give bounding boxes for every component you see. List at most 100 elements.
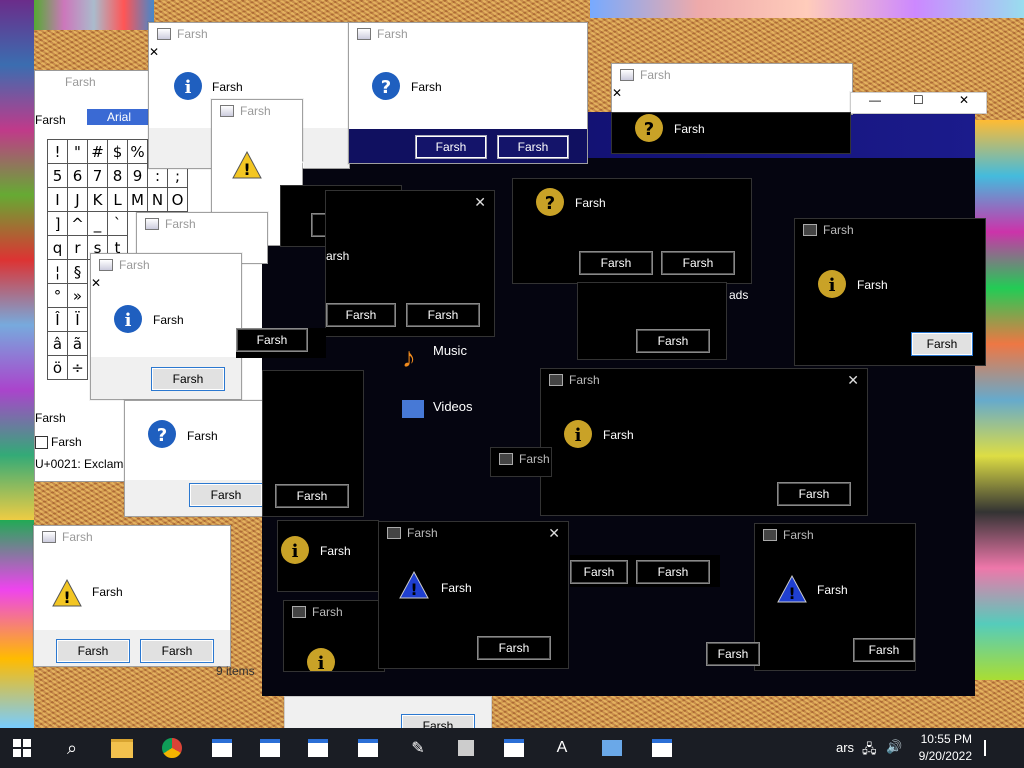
maximize-icon[interactable]: ☐ <box>913 93 924 107</box>
char-cell[interactable]: O <box>167 187 188 212</box>
char-cell[interactable]: % <box>127 139 148 164</box>
blank-app-icon[interactable] <box>452 734 480 762</box>
farsh-button[interactable]: Farsh <box>56 639 130 663</box>
farsh-button[interactable]: Farsh <box>570 560 628 584</box>
farsh-button[interactable]: Farsh <box>415 135 487 159</box>
farsh-button[interactable]: Farsh <box>189 483 263 507</box>
close-icon[interactable]: ✕ <box>612 86 852 100</box>
farsh-button[interactable]: Farsh <box>911 332 973 356</box>
farsh-button[interactable]: Farsh <box>151 367 225 391</box>
farsh-button[interactable]: Farsh <box>636 329 710 353</box>
svg-text:?: ? <box>381 77 391 98</box>
pen-tool-icon[interactable]: ✎ <box>404 734 432 762</box>
char-cell[interactable]: 9 <box>127 163 148 188</box>
char-cell[interactable]: 7 <box>87 163 108 188</box>
dialog-window-dark: ? Farsh Farsh Farsh <box>512 178 752 284</box>
app-icon <box>99 259 113 271</box>
taskbar-app-label[interactable]: ars <box>836 740 854 755</box>
svg-text:i: i <box>575 425 582 446</box>
char-cell[interactable]: ÷ <box>67 355 88 380</box>
music-icon[interactable]: ♪ <box>402 342 424 378</box>
charmap-status: U+0021: Exclamati <box>35 457 137 471</box>
chrome-icon[interactable] <box>158 734 186 762</box>
char-cell[interactable]: L <box>107 187 128 212</box>
char-cell[interactable]: $ <box>107 139 128 164</box>
farsh-button[interactable]: Farsh <box>406 303 480 327</box>
search-icon[interactable]: ⌕ <box>58 734 86 762</box>
farsh-button[interactable]: Farsh <box>140 639 214 663</box>
charmap-app-icon[interactable] <box>598 734 626 762</box>
volume-icon[interactable]: 🔊 <box>886 739 902 755</box>
farsh-button[interactable]: Farsh <box>477 636 551 660</box>
close-icon[interactable]: ✕ <box>959 93 969 107</box>
char-cell[interactable]: 8 <box>107 163 128 188</box>
char-cell[interactable]: ¦ <box>47 259 68 284</box>
char-cell[interactable]: ^ <box>67 211 88 236</box>
farsh-button[interactable]: Farsh <box>661 251 735 275</box>
close-icon[interactable]: ✕ <box>847 372 859 389</box>
farsh-button[interactable]: Farsh <box>777 482 851 506</box>
char-cell[interactable]: â <box>47 331 68 356</box>
char-cell[interactable]: ` <box>107 211 128 236</box>
show-desktop-button[interactable] <box>984 740 986 756</box>
farsh-button[interactable]: Farsh <box>636 560 710 584</box>
advanced-view-checkbox[interactable] <box>35 436 48 449</box>
char-cell[interactable]: N <box>147 187 168 212</box>
videos-label[interactable]: Videos <box>433 399 473 414</box>
info-icon: i <box>114 305 142 333</box>
farsh-button[interactable]: Farsh <box>275 484 349 508</box>
char-cell[interactable]: " <box>67 139 88 164</box>
videos-icon[interactable] <box>402 400 424 418</box>
glitch-strip-top <box>34 0 154 30</box>
farsh-button[interactable]: Farsh <box>326 303 396 327</box>
network-icon[interactable]: 🖧 <box>862 740 877 762</box>
close-icon[interactable]: ✕ <box>474 194 486 211</box>
char-cell[interactable]: ã <box>67 331 88 356</box>
char-cell[interactable]: 6 <box>67 163 88 188</box>
char-cell[interactable]: ! <box>47 139 68 164</box>
farsh-button[interactable]: Farsh <box>497 135 569 159</box>
start-icon[interactable] <box>8 734 36 762</box>
clock-date[interactable]: 9/20/2022 <box>912 749 972 763</box>
dialog-app-icon[interactable] <box>304 734 332 762</box>
close-icon[interactable]: ✕ <box>91 276 241 290</box>
farsh-button[interactable]: Farsh <box>236 328 308 352</box>
dialog-title: Farsh <box>177 27 208 41</box>
char-cell[interactable]: K <box>87 187 108 212</box>
char-cell[interactable]: I <box>47 187 68 212</box>
char-cell[interactable]: M <box>127 187 148 212</box>
close-icon[interactable]: ✕ <box>548 525 560 542</box>
char-cell[interactable]: ö <box>47 355 68 380</box>
dialog-app-icon[interactable] <box>500 734 528 762</box>
dialog-app-icon[interactable] <box>208 734 236 762</box>
char-cell[interactable]: » <box>67 283 88 308</box>
dialog-app-icon[interactable] <box>648 734 676 762</box>
char-cell[interactable]: q <box>47 235 68 260</box>
warning-icon: ! <box>52 578 82 607</box>
dialog-title: Farsh <box>62 530 93 544</box>
char-cell[interactable]: # <box>87 139 108 164</box>
char-cell[interactable]: § <box>67 259 88 284</box>
char-cell[interactable]: 5 <box>47 163 68 188</box>
char-cell[interactable]: _ <box>87 211 108 236</box>
char-cell[interactable]: Ï <box>67 307 88 332</box>
svg-text:!: ! <box>788 584 795 603</box>
char-cell[interactable]: ] <box>47 211 68 236</box>
minimize-icon[interactable]: — <box>869 93 881 107</box>
clock-time[interactable]: 10:55 PM <box>912 732 972 746</box>
char-cell[interactable]: ° <box>47 283 68 308</box>
wordpad-icon[interactable]: A <box>548 734 576 762</box>
dialog-app-icon[interactable] <box>256 734 284 762</box>
farsh-button[interactable]: Farsh <box>706 642 760 666</box>
farsh-button[interactable]: Farsh <box>853 638 915 662</box>
dialog-app-icon[interactable] <box>354 734 382 762</box>
music-label[interactable]: Music <box>433 343 467 358</box>
close-icon[interactable]: ✕ <box>149 45 349 59</box>
char-cell[interactable]: r <box>67 235 88 260</box>
file-explorer-icon[interactable] <box>108 734 136 762</box>
farsh-button[interactable]: Farsh <box>579 251 653 275</box>
font-label: Farsh <box>35 113 66 127</box>
char-cell[interactable]: Î <box>47 307 68 332</box>
char-cell[interactable]: J <box>67 187 88 212</box>
svg-text:?: ? <box>157 425 167 446</box>
